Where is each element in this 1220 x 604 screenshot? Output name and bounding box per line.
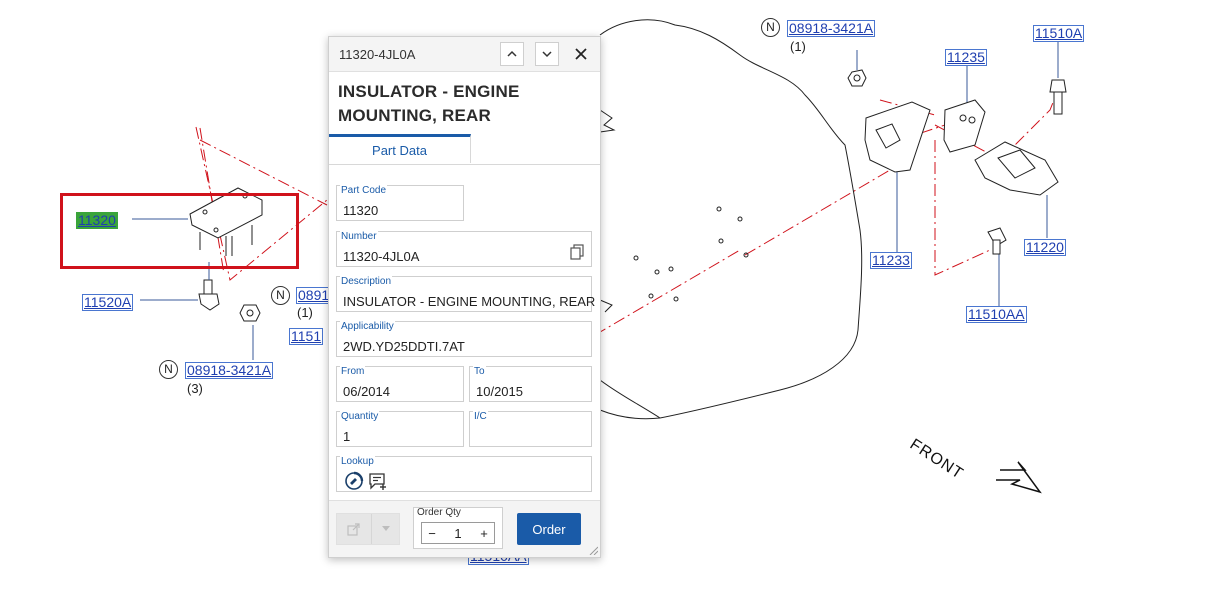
ic-field: I/C <box>469 411 592 447</box>
callout-11320[interactable]: 11320 <box>76 212 118 229</box>
applicability-value: 2WD.YD25DDTI.7AT <box>343 339 465 354</box>
callout-11510AA[interactable]: 11510AA <box>966 306 1027 323</box>
lookup-icons <box>344 471 388 491</box>
panel-header: 11320-4JL0A <box>329 37 600 72</box>
share-button[interactable] <box>336 513 400 545</box>
part-code-field: Part Code 11320 <box>336 185 464 221</box>
tab-part-data[interactable]: Part Data <box>329 134 471 163</box>
parts-diagram <box>132 19 1067 494</box>
order-button[interactable]: Order <box>517 513 581 545</box>
part-detail-panel: 11320-4JL0A INSULATOR - ENGINE MOUNTING,… <box>328 36 601 558</box>
description-label: Description <box>340 276 393 287</box>
selected-part-highlight <box>60 193 299 269</box>
close-panel-button[interactable] <box>570 43 592 65</box>
callout-11510A[interactable]: 11510A <box>1033 25 1085 42</box>
lookup-label: Lookup <box>340 456 375 467</box>
copy-icon[interactable] <box>570 244 584 260</box>
callout-11220[interactable]: 11220 <box>1024 239 1066 256</box>
callout-08918-3421A-top[interactable]: 08918-3421A <box>787 20 876 37</box>
increment-button[interactable]: + <box>474 526 494 541</box>
quantity-value: 1 <box>343 429 351 444</box>
share-icon <box>347 523 360 536</box>
caret-down-icon <box>381 526 390 531</box>
add-note-icon[interactable] <box>368 471 388 491</box>
next-part-button[interactable] <box>535 42 559 66</box>
callout-1151-partial[interactable]: 1151 <box>289 328 324 345</box>
part-code-value: 11320 <box>343 203 379 218</box>
from-field: From 06/2014 <box>336 366 464 402</box>
resize-handle-icon[interactable] <box>588 545 598 555</box>
callout-11520A[interactable]: 11520A <box>82 294 134 311</box>
close-icon <box>575 48 587 60</box>
quantity-label: Quantity <box>340 411 380 422</box>
applicability-label: Applicability <box>340 321 395 332</box>
order-qty-box: Order Qty − 1 + <box>413 507 503 549</box>
to-field: To 10/2015 <box>469 366 592 402</box>
number-value: 11320-4JL0A <box>343 249 420 264</box>
quantity-stepper: − 1 + <box>421 522 495 544</box>
order-qty-value[interactable]: 1 <box>454 526 461 541</box>
description-value: INSULATOR - ENGINE MOUNTING, REAR <box>343 294 596 309</box>
quantity-label: (1) <box>297 305 313 320</box>
quantity-field: Quantity 1 <box>336 411 464 447</box>
number-field: Number 11320-4JL0A <box>336 231 592 267</box>
number-label: Number <box>340 231 378 242</box>
n-symbol-icon: N <box>159 360 178 379</box>
n-symbol-icon: N <box>761 18 780 37</box>
lookup-field: Lookup <box>336 456 592 492</box>
applicability-field: Applicability 2WD.YD25DDTI.7AT <box>336 321 592 357</box>
n-symbol-icon: N <box>271 286 290 305</box>
panel-footer: Order Qty − 1 + Order <box>329 500 600 557</box>
to-label: To <box>473 366 486 377</box>
service-lookup-icon[interactable] <box>344 471 364 491</box>
callout-11235[interactable]: 11235 <box>945 49 987 66</box>
ic-label: I/C <box>473 411 488 422</box>
from-label: From <box>340 366 366 377</box>
quantity-label: (3) <box>187 381 203 396</box>
previous-part-button[interactable] <box>500 42 524 66</box>
chevron-down-icon <box>542 51 552 58</box>
panel-tabs: Part Data <box>329 134 600 165</box>
quantity-label: (1) <box>790 39 806 54</box>
panel-part-id: 11320-4JL0A <box>339 46 416 62</box>
callout-08918-3421A-left[interactable]: 08918-3421A <box>185 362 274 379</box>
callout-0891-partial[interactable]: 0891 <box>296 287 332 304</box>
part-title: INSULATOR - ENGINE MOUNTING, REAR <box>338 82 520 125</box>
description-field: Description INSULATOR - ENGINE MOUNTING,… <box>336 276 596 312</box>
chevron-up-icon <box>507 50 517 57</box>
decrement-button[interactable]: − <box>422 526 442 541</box>
order-qty-label: Order Qty <box>417 507 461 518</box>
from-value: 06/2014 <box>343 384 390 399</box>
part-code-label: Part Code <box>340 185 388 196</box>
to-value: 10/2015 <box>476 384 523 399</box>
callout-11233[interactable]: 11233 <box>870 252 912 269</box>
